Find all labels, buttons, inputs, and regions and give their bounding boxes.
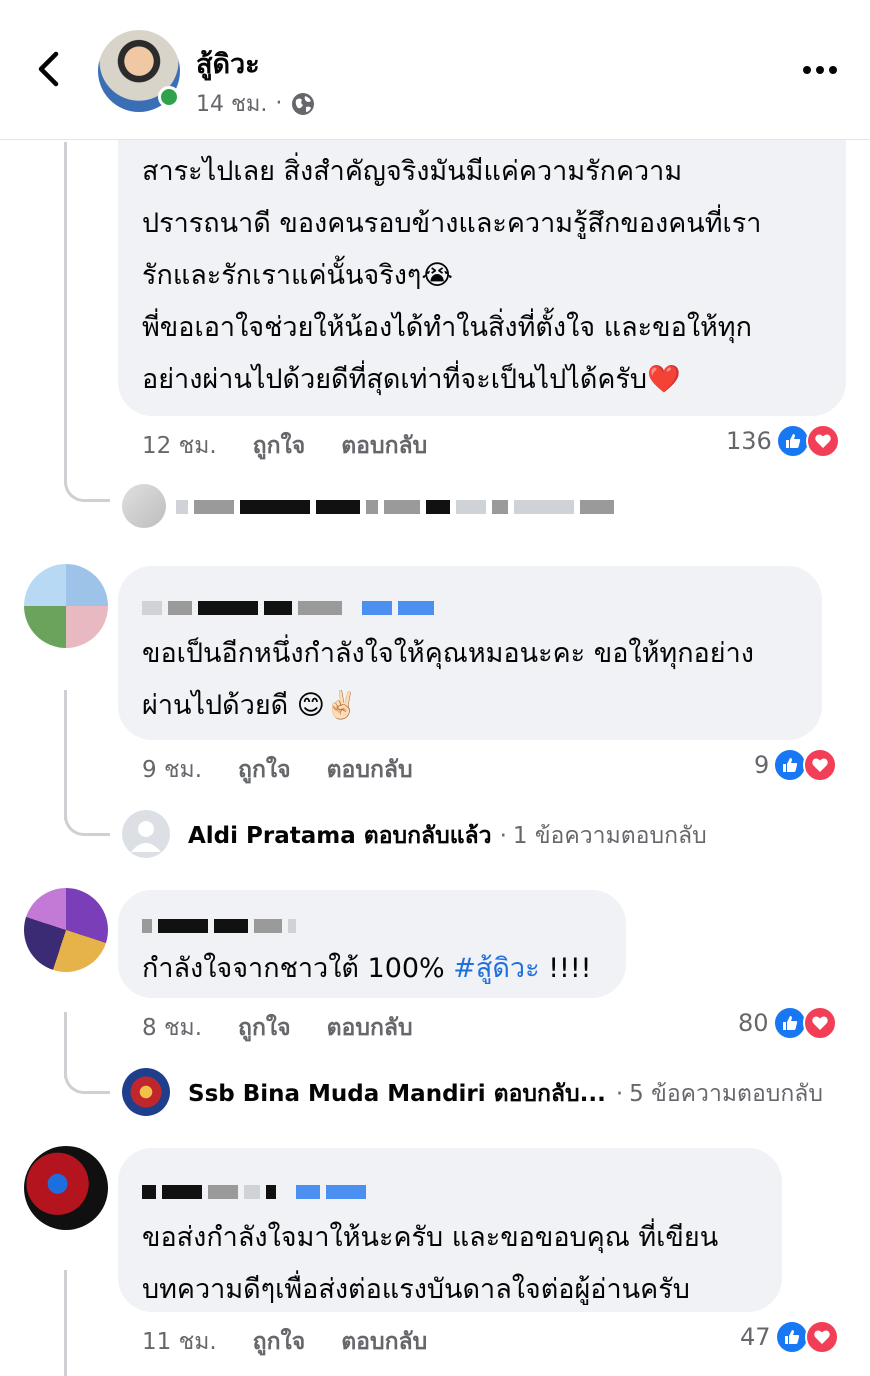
reply-avatar-blurred[interactable]	[122, 484, 166, 528]
page-avatar[interactable]	[98, 30, 180, 112]
like-button[interactable]: ถูกใจ	[253, 428, 306, 464]
meta-separator: ·	[275, 91, 283, 116]
reaction-count: 47	[740, 1323, 771, 1351]
comment-text-line: รักและรักเราแค่นั้นจริงๆ😭	[142, 260, 453, 291]
comment-time: 9 ชม.	[142, 757, 203, 783]
comment-text-line: สาระไปเลย สิ่งสำคัญจริงมันมีแค่ความรักคว…	[142, 156, 683, 187]
reply-action: ตอบกลับ...	[493, 1081, 606, 1107]
default-user-icon	[131, 821, 161, 852]
reaction-summary[interactable]: 136	[726, 424, 840, 458]
reaction-summary[interactable]: 9	[754, 748, 838, 782]
commenter-avatar[interactable]	[24, 888, 108, 972]
like-button[interactable]: ถูกใจ	[238, 1010, 291, 1046]
reply-separator: ·	[615, 1081, 624, 1107]
view-replies-link[interactable]: Ssb Bina Muda Mandiri ตอบกลับ... · 5 ข้อ…	[188, 1076, 823, 1112]
comment-bubble[interactable]: สาระไปเลย สิ่งสำคัญจริงมันมีแค่ความรักคว…	[118, 140, 846, 416]
comment-text-line: ขอส่งกำลังใจมาให้นะครับ และขอขอบคุณ ที่เ…	[142, 1222, 719, 1253]
more-horizontal-icon	[803, 66, 837, 74]
thread-connector	[64, 1056, 110, 1094]
blurred-author-name[interactable]	[142, 588, 798, 628]
thread-line	[64, 142, 67, 482]
comment-text-prefix: กำลังใจจากชาวใต้ 100%	[142, 953, 454, 984]
page-name[interactable]: สู้ดิวะ	[196, 42, 260, 85]
like-reaction-icon	[772, 1006, 807, 1040]
thread-connector	[64, 796, 110, 836]
comment-bubble[interactable]: ขอเป็นอีกหนึ่งกำลังใจให้คุณหมอนะคะ ขอให้…	[118, 566, 822, 740]
comment-actions: 9 ชม. ถูกใจ ตอบกลับ	[142, 750, 413, 790]
post-header: สู้ดิวะ 14 ชม. ·	[0, 0, 870, 140]
globe-icon	[292, 92, 315, 115]
comment-text: กำลังใจจากชาวใต้ 100% #สู้ดิวะ !!!!	[142, 946, 602, 992]
like-reaction-icon	[773, 748, 808, 782]
reply-count: 1 ข้อความตอบกลับ	[512, 823, 707, 849]
commenter-avatar[interactable]	[24, 1146, 108, 1230]
reaction-summary[interactable]: 47	[740, 1320, 839, 1354]
reaction-summary[interactable]: 80	[738, 1006, 837, 1040]
reply-button[interactable]: ตอบกลับ	[327, 1010, 413, 1046]
more-options-button[interactable]	[800, 56, 840, 84]
reply-author-name: Ssb Bina Muda Mandiri	[188, 1081, 486, 1107]
comment-bubble[interactable]: ขอส่งกำลังใจมาให้นะครับ และขอขอบคุณ ที่เ…	[118, 1148, 782, 1312]
reply-action: ตอบกลับแล้ว	[363, 823, 492, 849]
online-status-dot	[158, 86, 180, 108]
comment-text-line: อย่างผ่านไปด้วยดีที่สุดเท่าที่จะเป็นไปได…	[142, 364, 681, 395]
comment-text-line: บทความดีๆเพื่อส่งต่อแรงบันดาลใจต่อผู้อ่า…	[142, 1274, 690, 1305]
love-reaction-icon	[802, 1006, 837, 1040]
comment-time: 8 ชม.	[142, 1015, 203, 1041]
comment-actions: 8 ชม. ถูกใจ ตอบกลับ	[142, 1008, 413, 1048]
reply-button[interactable]: ตอบกลับ	[341, 1324, 427, 1360]
blurred-reply-text	[176, 500, 614, 514]
comment-time: 11 ชม.	[142, 1329, 217, 1355]
like-button[interactable]: ถูกใจ	[238, 752, 291, 788]
like-reaction-icon	[775, 424, 810, 458]
view-replies-link[interactable]: Aldi Pratama ตอบกลับแล้ว · 1 ข้อความตอบก…	[188, 818, 707, 854]
back-button[interactable]	[28, 44, 68, 94]
comment-text-line: พี่ขอเอาใจช่วยให้น้องได้ทำในสิ่งที่ตั้งใ…	[142, 312, 752, 343]
comment-text-line: ผ่านไปด้วยดี 😊✌🏻	[142, 690, 359, 721]
comment-bubble[interactable]: กำลังใจจากชาวใต้ 100% #สู้ดิวะ !!!!	[118, 890, 626, 998]
thread-connector	[64, 460, 110, 502]
reply-button[interactable]: ตอบกลับ	[327, 752, 413, 788]
like-reaction-icon	[774, 1320, 809, 1354]
reply-author-avatar[interactable]	[122, 810, 170, 858]
comment-text-suffix: !!!!	[539, 953, 592, 984]
reaction-count: 136	[726, 427, 772, 455]
hashtag-link[interactable]: #สู้ดิวะ	[453, 953, 539, 984]
comment-text-line: ขอเป็นอีกหนึ่งกำลังใจให้คุณหมอนะคะ ขอให้…	[142, 638, 754, 669]
reaction-count: 9	[754, 751, 770, 779]
chevron-left-icon	[38, 51, 59, 87]
comment-time: 12 ชม.	[142, 433, 217, 459]
reply-count: 5 ข้อความตอบกลับ	[629, 1081, 823, 1107]
commenter-avatar[interactable]	[24, 564, 108, 648]
reply-author-name: Aldi Pratama	[188, 823, 356, 849]
blurred-author-name[interactable]	[142, 1172, 758, 1212]
post-meta: 14 ชม. ·	[196, 86, 316, 121]
reaction-count: 80	[738, 1009, 769, 1037]
comment-actions: 11 ชม. ถูกใจ ตอบกลับ	[142, 1322, 427, 1362]
love-reaction-icon	[805, 424, 840, 458]
reply-button[interactable]: ตอบกลับ	[341, 428, 427, 464]
comment-actions: 12 ชม. ถูกใจ ตอบกลับ	[142, 426, 427, 466]
like-button[interactable]: ถูกใจ	[253, 1324, 306, 1360]
reply-author-avatar[interactable]	[122, 1068, 170, 1116]
blurred-author-name[interactable]	[142, 906, 602, 946]
post-time: 14 ชม.	[196, 92, 268, 117]
love-reaction-icon	[804, 1320, 839, 1354]
comment-text-line: ปรารถนาดี ของคนรอบข้างและความรู้สึกของคน…	[142, 208, 762, 239]
thread-line	[64, 1270, 67, 1376]
love-reaction-icon	[803, 748, 838, 782]
reply-separator: ·	[499, 823, 507, 849]
